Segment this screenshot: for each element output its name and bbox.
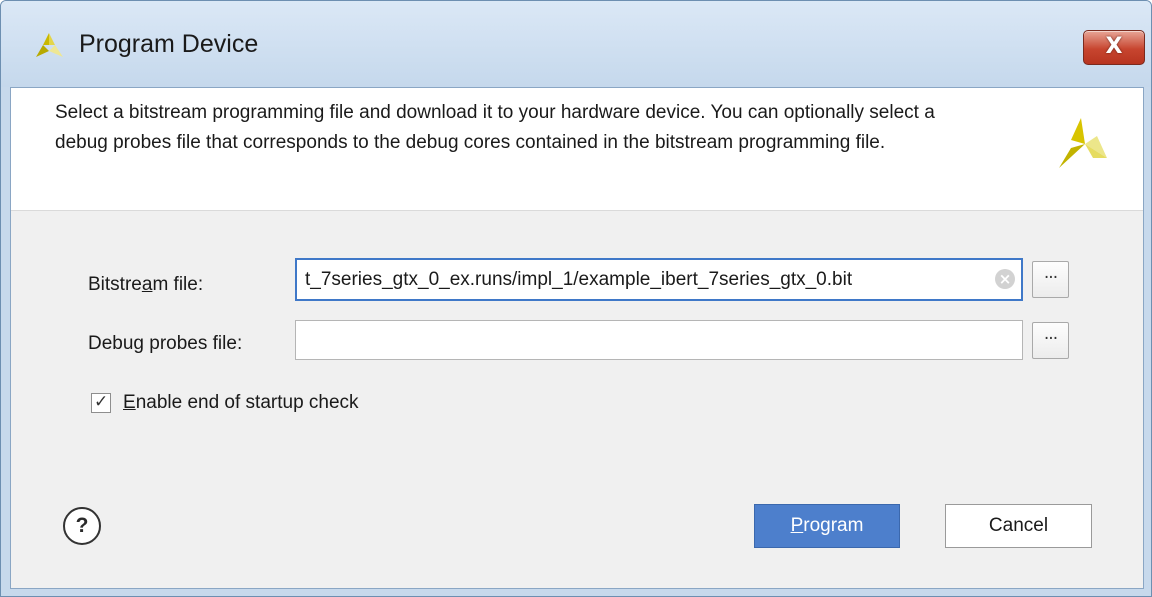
dialog-content: Select a bitstream programming file and … [10,87,1144,589]
clear-circle-icon[interactable]: × [995,269,1015,289]
program-device-dialog: Program Device X Select a bitstream prog… [0,0,1152,597]
help-icon: ? [75,514,89,537]
enable-startup-check-checkbox[interactable]: ✓ [91,392,111,413]
enable-startup-check-label[interactable]: Enable end of startup check [123,392,359,414]
title-bar[interactable]: Program Device X [1,1,1151,87]
bitstream-file-value: t_7series_gtx_0_ex.runs/impl_1/example_i… [305,269,853,290]
close-button[interactable]: X [1083,30,1145,65]
help-button[interactable]: ? [63,507,101,545]
xilinx-logo-icon [1059,118,1107,168]
program-button[interactable]: Program [754,504,900,548]
dialog-header: Select a bitstream programming file and … [11,88,1143,211]
debug-probes-file-label: Debug probes file: [88,333,243,354]
bitstream-file-label: Bitstream file: [88,274,204,295]
debug-probes-file-input[interactable] [295,320,1023,360]
cancel-button[interactable]: Cancel [945,504,1092,548]
debug-probes-browse-button[interactable]: ··· [1032,322,1069,359]
window-title: Program Device [79,30,259,58]
header-description: Select a bitstream programming file and … [55,102,935,153]
bitstream-file-input[interactable]: t_7series_gtx_0_ex.runs/impl_1/example_i… [295,258,1023,301]
checkmark-icon: ✓ [94,392,109,412]
bitstream-browse-button[interactable]: ··· [1032,261,1069,298]
xilinx-logo-icon [36,33,63,57]
close-icon: X [1105,34,1123,59]
